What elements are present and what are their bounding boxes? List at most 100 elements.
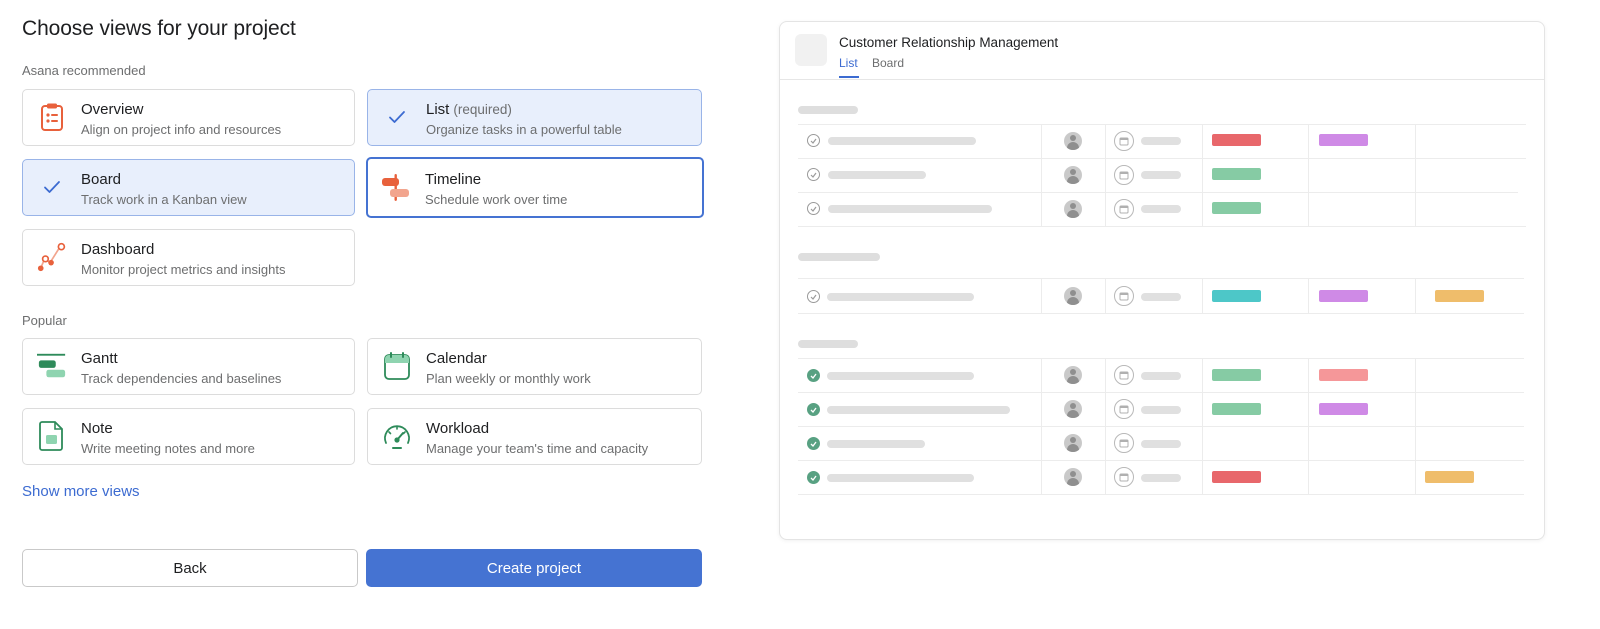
view-card-title: Board [81,171,122,188]
view-card-title: Gantt [81,350,118,367]
column-divider [1202,124,1203,226]
view-card-timeline[interactable]: Timeline Schedule work over time [366,157,704,218]
preview-tab-list[interactable]: List [839,56,858,70]
view-card-description: Schedule work over time [425,192,568,207]
column-divider [1308,358,1309,494]
active-tab-indicator [839,76,859,78]
view-card-description: Write meeting notes and more [81,441,255,456]
create-project-button[interactable]: Create project [366,549,702,587]
preview-header: Customer Relationship Management List Bo… [780,22,1544,80]
view-card-description: Plan weekly or monthly work [426,371,591,386]
dashboard-chart-icon [37,242,67,272]
due-date-placeholder [1141,406,1181,414]
row-divider [798,158,1526,159]
task-complete-icon [807,403,820,416]
tag-green [1212,403,1261,415]
column-divider [1041,358,1042,494]
view-card-calendar[interactable]: Calendar Plan weekly or monthly work [367,338,702,395]
task-name-placeholder [828,171,926,179]
task-name-placeholder [827,372,974,380]
assignee-avatar [1064,400,1082,418]
view-card-note[interactable]: Note Write meeting notes and more [22,408,355,465]
due-date-icon [1114,286,1134,306]
task-check-icon [807,290,820,303]
project-preview-panel: Customer Relationship Management List Bo… [779,21,1545,540]
gantt-icon [37,351,67,381]
due-date-placeholder [1141,440,1181,448]
section-header-placeholder [798,106,858,114]
due-date-placeholder [1141,293,1181,301]
column-divider [1202,278,1203,313]
column-divider [1041,124,1042,226]
column-divider [1105,124,1106,226]
check-icon [382,102,412,132]
view-card-title: List (required) [426,101,512,118]
preview-tab-board[interactable]: Board [872,56,904,70]
due-date-icon [1114,131,1134,151]
due-date-icon [1114,365,1134,385]
clipboard-icon [37,102,67,132]
view-card-description: Track work in a Kanban view [81,192,247,207]
tag-green [1212,369,1261,381]
task-name-placeholder [827,440,925,448]
assignee-avatar [1064,366,1082,384]
view-card-title: Note [81,420,113,437]
section-label-popular: Popular [22,313,67,328]
tag-purple [1319,290,1368,302]
view-card-dashboard[interactable]: Dashboard Monitor project metrics and in… [22,229,355,286]
due-date-icon [1114,467,1134,487]
task-complete-icon [807,471,820,484]
view-card-description: Monitor project metrics and insights [81,262,286,277]
column-divider [1415,124,1416,226]
due-date-placeholder [1141,137,1181,145]
due-date-icon [1114,199,1134,219]
view-card-title: Workload [426,420,490,437]
column-divider [1415,358,1416,494]
show-more-views-link[interactable]: Show more views [22,483,140,500]
tag-pink [1319,369,1368,381]
column-divider [1105,358,1106,494]
timeline-icon [381,172,411,202]
project-name: Customer Relationship Management [839,35,1059,50]
assignee-avatar [1064,287,1082,305]
tag-purple [1319,134,1368,146]
view-card-description: Align on project info and resources [81,122,282,137]
view-card-description: Organize tasks in a powerful table [426,122,622,137]
tag-purple [1319,403,1368,415]
column-divider [1415,278,1416,313]
project-icon [795,34,827,66]
column-divider [1308,124,1309,226]
page-title: Choose views for your project [22,17,296,40]
section-header-placeholder [798,340,858,348]
task-complete-icon [807,437,820,450]
view-card-workload[interactable]: Workload Manage your team's time and cap… [367,408,702,465]
due-date-placeholder [1141,205,1181,213]
view-card-board[interactable]: Board Track work in a Kanban view [22,159,355,216]
required-label: (required) [453,102,512,117]
view-card-gantt[interactable]: Gantt Track dependencies and baselines [22,338,355,395]
task-name-placeholder [827,406,1010,414]
view-card-title: Timeline [425,171,482,188]
back-button[interactable]: Back [22,549,358,587]
due-date-icon [1114,399,1134,419]
task-name-placeholder [827,293,974,301]
due-date-icon [1114,165,1134,185]
check-icon [37,172,67,202]
section-label-recommended: Asana recommended [22,63,146,78]
view-card-title: Overview [81,101,144,118]
due-date-icon [1114,433,1134,453]
task-complete-icon [807,369,820,382]
row-divider [798,226,1526,227]
due-date-placeholder [1141,474,1181,482]
row-divider [798,313,1524,314]
task-name-placeholder [828,205,992,213]
column-divider [1105,278,1106,313]
assignee-avatar [1064,166,1082,184]
view-card-title: Calendar [426,350,487,367]
view-card-title-text: List [426,101,450,118]
row-divider [798,494,1524,495]
task-check-icon [807,134,820,147]
view-card-overview[interactable]: Overview Align on project info and resou… [22,89,355,146]
assignee-avatar [1064,434,1082,452]
view-card-list[interactable]: List (required) Organize tasks in a power… [367,89,702,146]
